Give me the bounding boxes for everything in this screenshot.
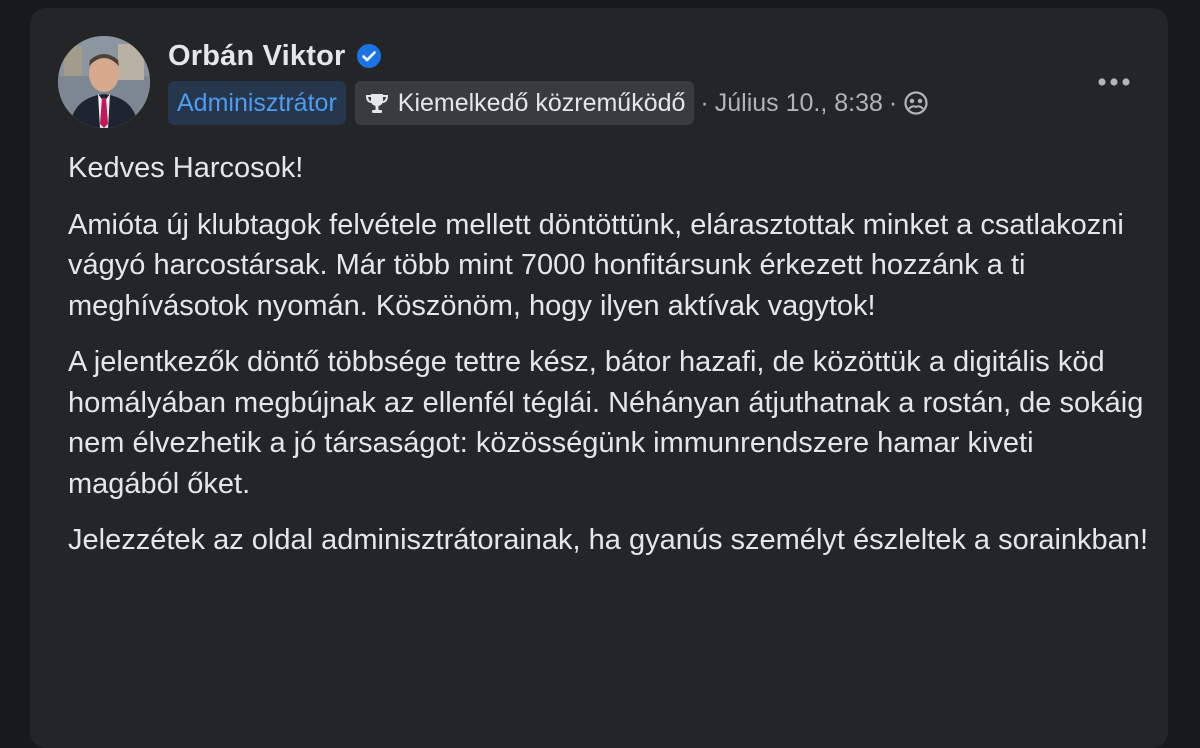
avatar-photo [58,36,150,128]
verified-badge-icon [356,43,382,69]
post-paragraph: Jelezzétek az oldal adminisztrátorainak,… [68,524,1148,556]
more-options-icon [1098,78,1130,86]
post-meta-row: Adminisztrátor Kiemelkedő közreműködő · … [168,80,929,126]
author-avatar[interactable] [58,36,150,128]
more-options-button[interactable] [1090,62,1138,102]
meta-separator: · [700,88,709,117]
author-row: Orbán Viktor [168,36,382,76]
trophy-icon [364,90,390,116]
meta-separator: · [888,88,898,117]
author-name[interactable]: Orbán Viktor [168,40,346,73]
post-paragraph: Amióta új klubtagok felvétele mellett dö… [68,208,1124,322]
post-card: Orbán Viktor Adminisztrátor Kiemelkedő k… [30,8,1168,748]
post-timestamp[interactable]: Július 10., 8:38 [715,89,883,118]
post-body: Kedves Harcosok! Amióta új klubtagok fel… [68,148,1148,577]
group-audience-icon[interactable] [903,90,929,116]
contributor-badge[interactable]: Kiemelkedő közreműködő [354,81,695,125]
post-paragraph: Kedves Harcosok! [68,152,304,184]
contributor-badge-label: Kiemelkedő közreműködő [397,89,686,117]
post-paragraph: A jelentkezők döntő többsége tettre kész… [68,346,1144,500]
admin-badge[interactable]: Adminisztrátor [168,81,346,125]
